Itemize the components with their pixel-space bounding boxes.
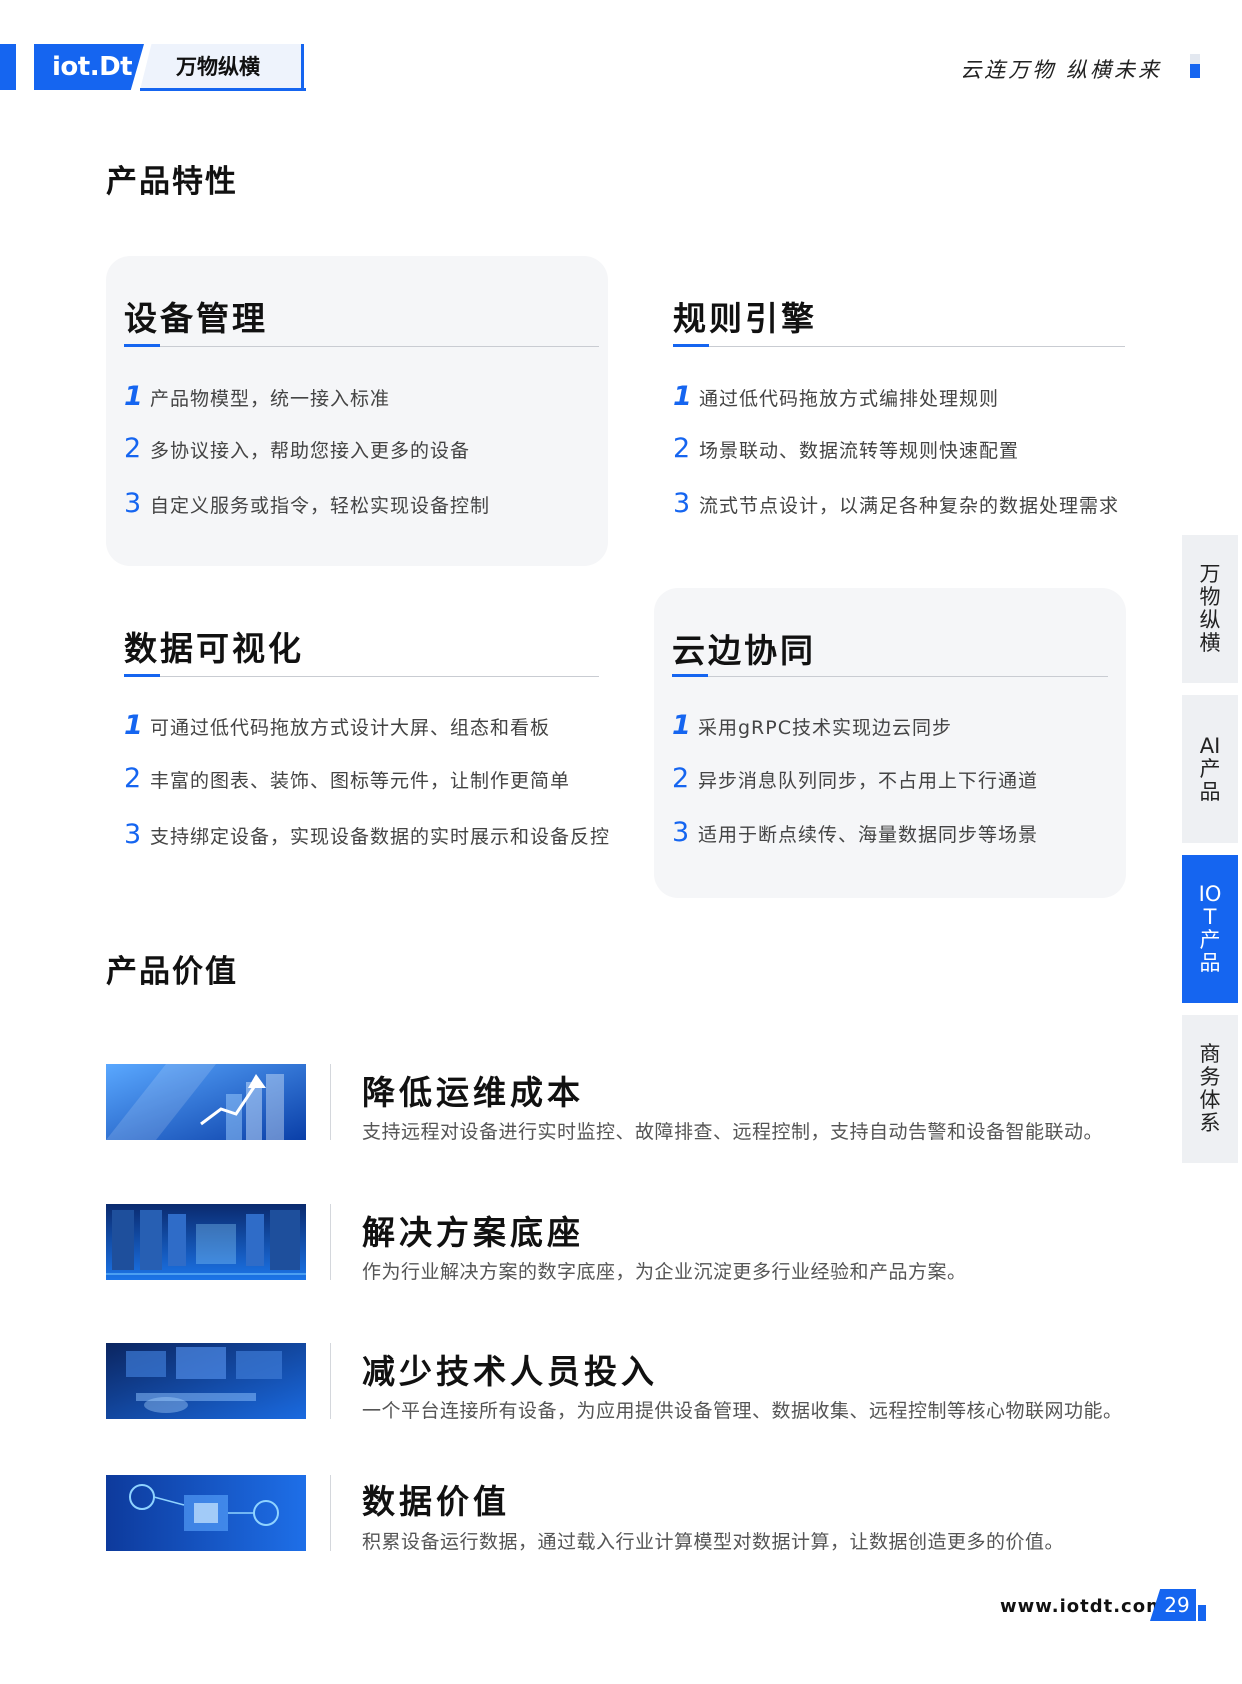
header-accent-bar	[0, 44, 16, 90]
corner-mark	[1190, 54, 1200, 78]
value-description: 作为行业解决方案的数字底座，为企业沉淀更多行业经验和产品方案。	[362, 1261, 967, 1283]
page-number-mark	[1198, 1605, 1206, 1621]
value-image-workstation	[106, 1343, 306, 1419]
brand-name: 万物纵横	[140, 44, 304, 90]
tab-label: IOT产品	[1198, 882, 1222, 975]
value-title: 解决方案底座	[362, 1213, 584, 1252]
feature-item: 2 丰富的图表、装饰、图标等元件，让制作更简单	[124, 763, 571, 794]
feature-item: 2 异步消息队列同步，不占用上下行通道	[672, 763, 1039, 794]
card-title: 云边协同	[672, 631, 816, 670]
slogan: 云连万物 纵横未来	[960, 58, 1162, 82]
value-description: 支持远程对设备进行实时监控、故障排查、远程控制，支持自动告警和设备智能联动。	[362, 1121, 1104, 1143]
card-divider	[673, 344, 1125, 347]
feature-item: 1 通过低代码拖放方式编排处理规则	[673, 381, 1000, 412]
side-tab-iot-products[interactable]: IOT产品	[1182, 855, 1238, 1003]
logo-text: iot.Dt	[52, 52, 133, 82]
side-tab-ai-products[interactable]: AI产品	[1182, 695, 1238, 843]
value-description: 积累设备运行数据，通过载入行业计算模型对数据计算，让数据创造更多的价值。	[362, 1531, 1065, 1553]
feature-item: 1 产品物模型，统一接入标准	[124, 381, 391, 412]
feature-card-device-management: 设备管理 1 产品物模型，统一接入标准 2 多协议接入，帮助您接入更多的设备 3 自定…	[106, 256, 608, 566]
feature-item: 3 流式节点设计，以满足各种复杂的数据处理需求	[673, 488, 1120, 519]
feature-card-cloud-edge: 云边协同 1 采用gRPC技术实现边云同步 2 异步消息队列同步，不占用上下行通道 …	[654, 588, 1126, 898]
value-image-chip	[106, 1475, 306, 1551]
tab-label: 万物纵横	[1199, 562, 1221, 655]
website-link[interactable]: www.iotdt.com	[1000, 1596, 1166, 1617]
value-separator	[330, 1204, 331, 1280]
value-separator	[330, 1475, 331, 1551]
value-separator	[330, 1064, 331, 1140]
feature-item: 1 采用gRPC技术实现边云同步	[672, 710, 952, 741]
values-title: 产品价值	[106, 954, 238, 990]
feature-card-data-visualization: 数据可视化 1 可通过低代码拖放方式设计大屏、组态和看板 2 丰富的图表、装饰、图标…	[106, 586, 626, 886]
card-divider	[672, 674, 1108, 677]
side-tab-business[interactable]: 商务体系	[1182, 1015, 1238, 1163]
tab-label: AI产品	[1199, 733, 1221, 804]
side-tab-wanwu[interactable]: 万物纵横	[1182, 535, 1238, 683]
value-image-operations	[106, 1064, 306, 1140]
card-title: 设备管理	[124, 299, 268, 338]
feature-card-rule-engine: 规则引擎 1 通过低代码拖放方式编排处理规则 2 场景联动、数据流转等规则快速配置 …	[655, 256, 1125, 566]
feature-item: 2 多协议接入，帮助您接入更多的设备	[124, 433, 471, 464]
feature-item: 1 可通过低代码拖放方式设计大屏、组态和看板	[124, 710, 551, 741]
card-divider	[124, 344, 599, 347]
value-title: 减少技术人员投入	[362, 1352, 658, 1391]
value-description: 一个平台连接所有设备，为应用提供设备管理、数据收集、远程控制等核心物联网功能。	[362, 1400, 1123, 1422]
logo[interactable]: iot.Dt	[34, 44, 144, 90]
value-separator	[330, 1343, 331, 1419]
feature-item: 2 场景联动、数据流转等规则快速配置	[673, 433, 1020, 464]
feature-item: 3 适用于断点续传、海量数据同步等场景	[672, 817, 1039, 848]
value-image-data-center	[106, 1204, 306, 1280]
feature-item: 3 自定义服务或指令，轻松实现设备控制	[124, 488, 491, 519]
tab-label: 商务体系	[1199, 1042, 1221, 1135]
features-title: 产品特性	[106, 164, 238, 200]
card-title: 数据可视化	[124, 629, 304, 668]
feature-item: 3 支持绑定设备，实现设备数据的实时展示和设备反控	[124, 819, 611, 850]
value-title: 降低运维成本	[362, 1073, 584, 1112]
page-number: 29	[1150, 1589, 1196, 1621]
card-divider	[124, 674, 599, 677]
brand-underline	[140, 88, 306, 91]
card-title: 规则引擎	[673, 299, 817, 338]
value-title: 数据价值	[362, 1482, 510, 1521]
